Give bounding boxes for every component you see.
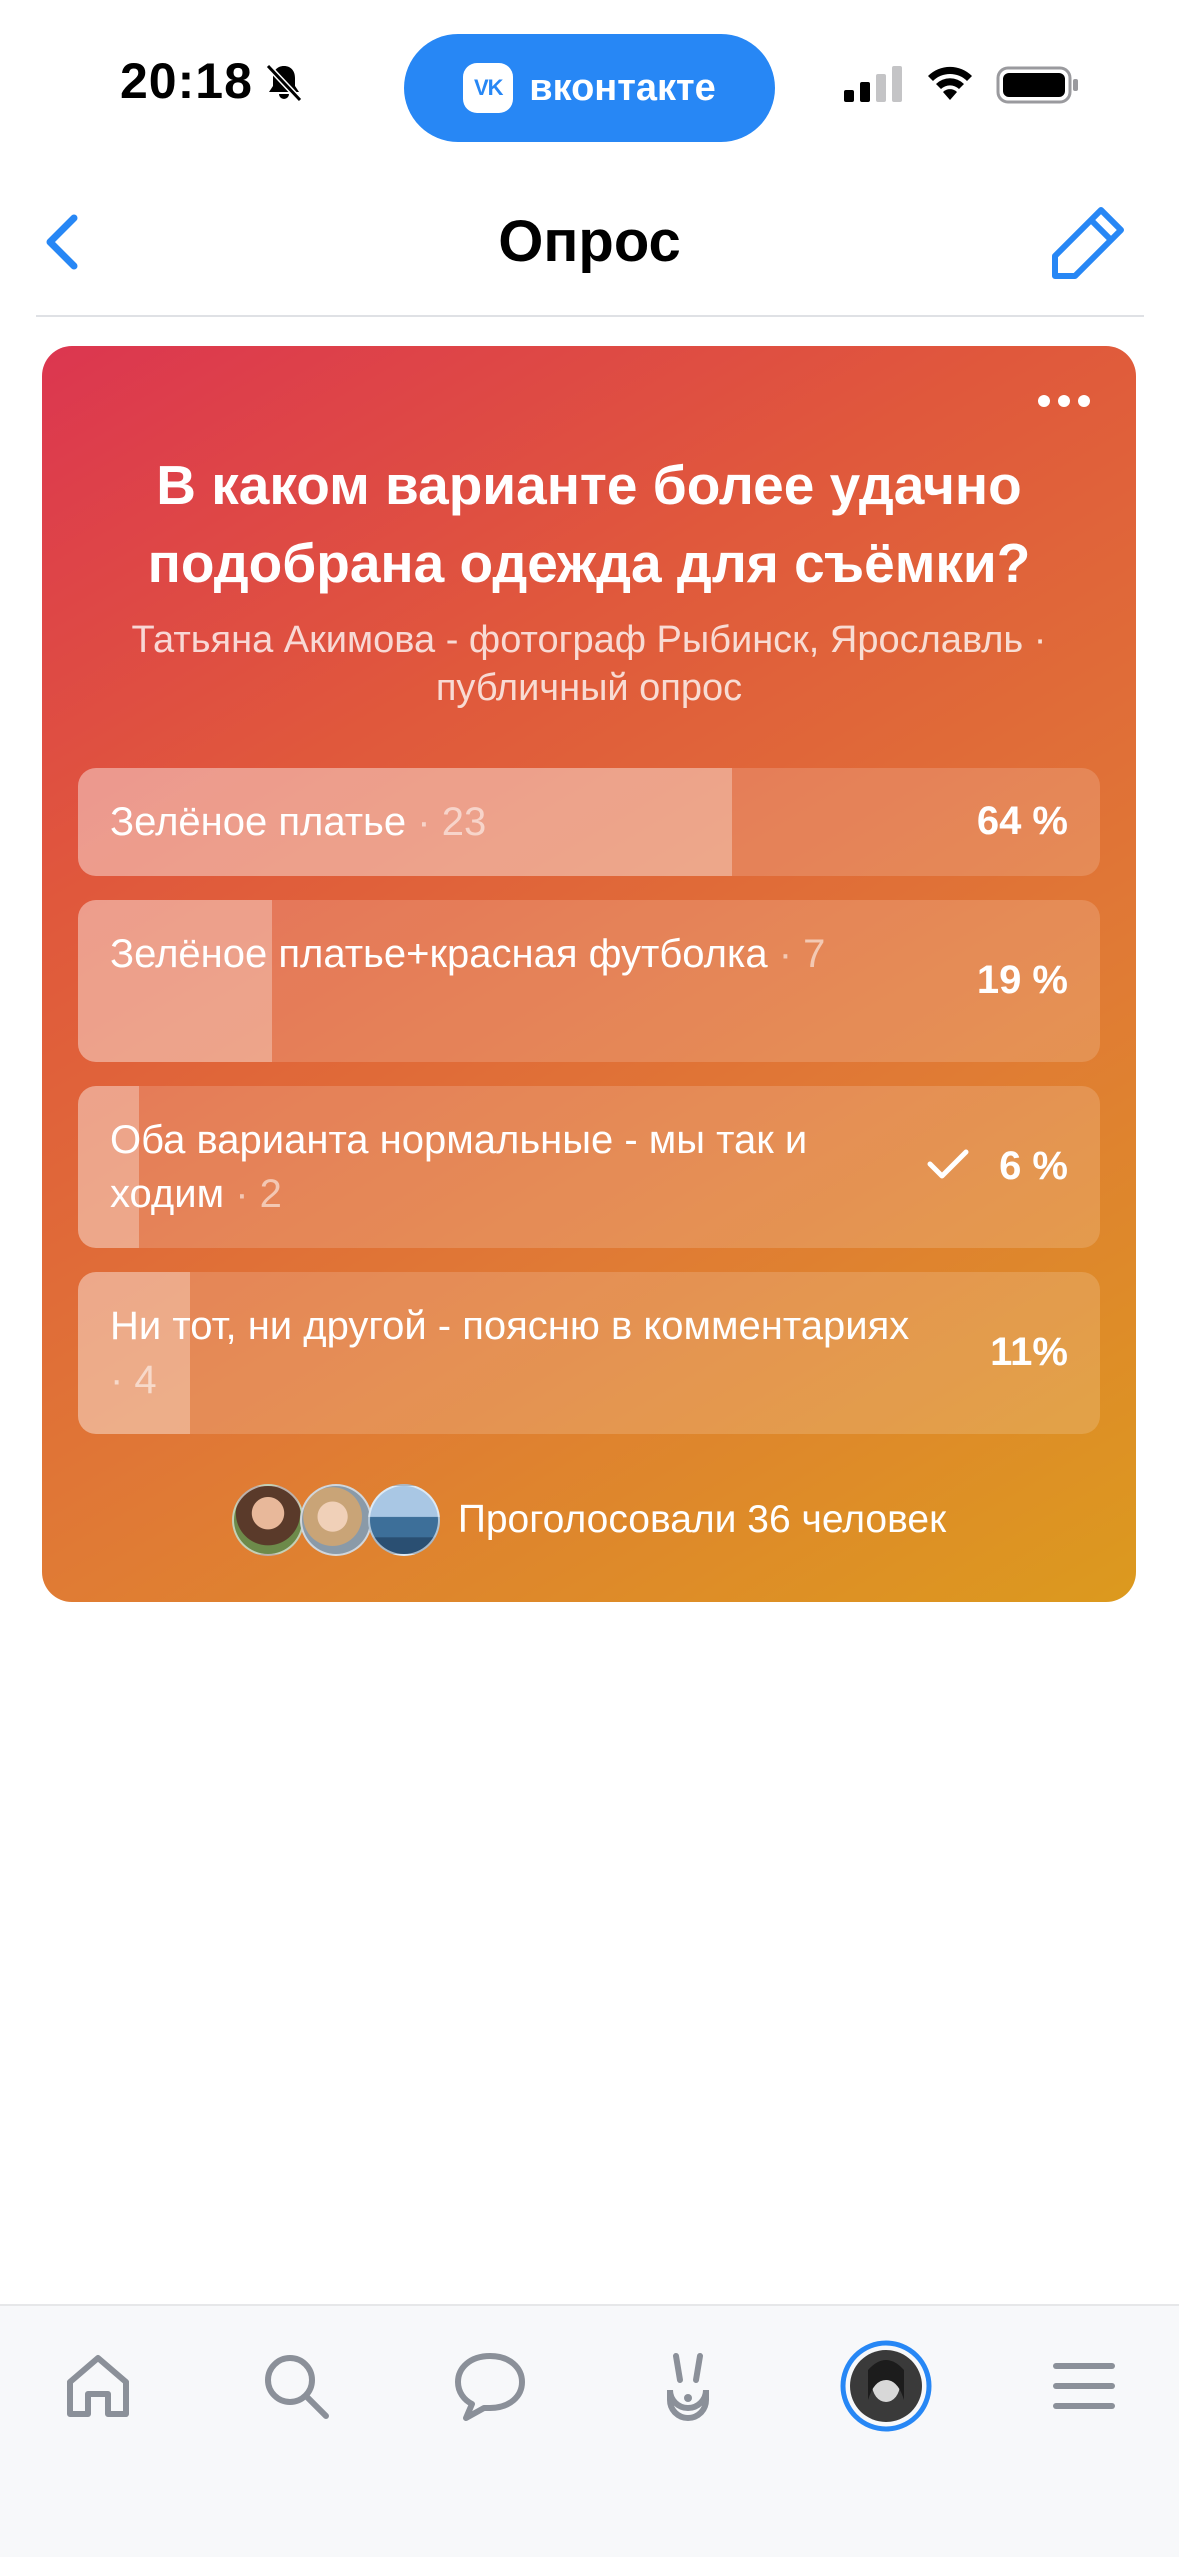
vk-logo-icon: VK — [463, 63, 514, 113]
poll-option-label: Оба варианта нормальные - мы так и ходим… — [110, 1118, 808, 1216]
header-divider — [36, 315, 1144, 317]
poll-option-bar — [78, 900, 273, 1062]
poll-option-3[interactable]: Оба варианта нормальные - мы так и ходим… — [78, 1086, 1100, 1248]
avatar — [231, 1484, 304, 1556]
poll-option-4[interactable]: Ни тот, ни другой - поясню в комментария… — [78, 1272, 1100, 1434]
poll-option-percent: 6 % — [999, 1144, 1068, 1188]
search-icon[interactable] — [246, 2336, 346, 2436]
poll-meta: Татьяна Акимова - фотограф Рыбинск, Ярос… — [131, 619, 1047, 709]
more-options-icon[interactable] — [1034, 386, 1094, 416]
poll-option-label: Зелёное платье+красная футболка · 7 — [110, 932, 826, 976]
poll-option-label: Зелёное платье · 23 — [110, 800, 487, 844]
messages-icon[interactable] — [440, 2336, 540, 2436]
home-icon[interactable] — [48, 2336, 148, 2436]
vk-pill-label: вконтакте — [529, 66, 716, 109]
status-time: 20:18 — [120, 53, 253, 109]
voters-row[interactable]: Проголосовали 36 человек — [42, 1480, 1136, 1560]
menu-icon[interactable] — [1034, 2336, 1134, 2436]
avatar — [299, 1484, 372, 1556]
poll-question: В каком варианте более удачно подобрана … — [147, 454, 1031, 594]
pencil-icon[interactable] — [1045, 200, 1131, 286]
checkmark-icon — [926, 1146, 970, 1187]
poll-option-2[interactable]: Зелёное платье+красная футболка · 7 19 % — [78, 900, 1100, 1062]
wifi-icon — [924, 62, 976, 107]
poll-option-1[interactable]: Зелёное платье · 23 64 % — [78, 768, 1100, 876]
tab-bar — [0, 2304, 1179, 2557]
bell-slash-icon — [262, 62, 306, 107]
poll-option-percent: 11% — [990, 1330, 1068, 1374]
nav-header: Опрос — [0, 180, 1179, 315]
battery-icon — [996, 66, 1080, 109]
poll-option-percent: 64 % — [976, 799, 1068, 843]
vk-app-pill[interactable]: VK вконтакте — [404, 34, 775, 142]
page-title: Опрос — [498, 209, 681, 274]
status-bar: 20:18 VK вконтакте — [0, 0, 1179, 170]
clips-icon[interactable] — [638, 2336, 738, 2436]
voters-count: Проголосовали 36 человек — [457, 1498, 947, 1541]
poll-option-label: Ни тот, ни другой - поясню в комментария… — [110, 1304, 910, 1402]
signal-icon — [844, 66, 904, 107]
poll-card: В каком варианте более удачно подобрана … — [42, 346, 1136, 1602]
profile-avatar[interactable] — [836, 2336, 936, 2436]
avatar — [367, 1484, 440, 1556]
voter-avatars — [231, 1484, 440, 1556]
poll-option-percent: 19 % — [976, 958, 1068, 1002]
